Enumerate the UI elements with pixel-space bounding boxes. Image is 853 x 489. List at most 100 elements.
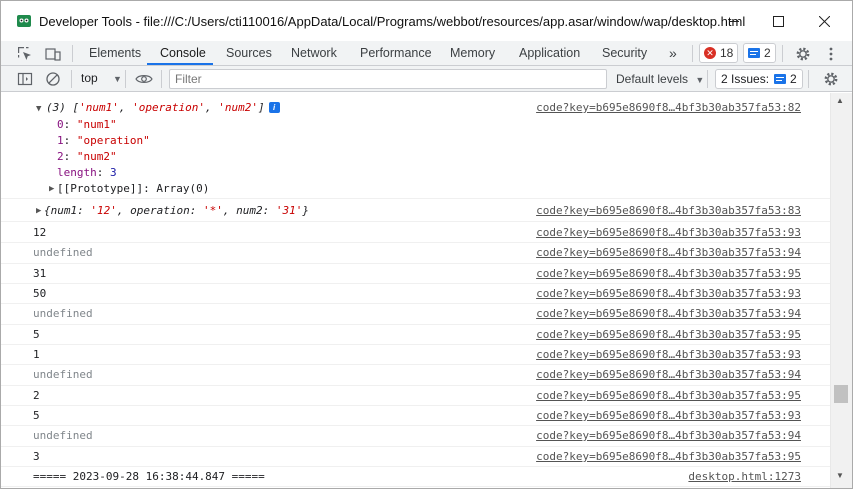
devtools-app-icon bbox=[17, 14, 31, 28]
divider bbox=[707, 70, 708, 88]
console-message: undefined code?key=b695e8690f8…4bf3b30ab… bbox=[1, 304, 830, 325]
scroll-up-arrow-icon[interactable]: ▲ bbox=[836, 96, 844, 105]
tab-application[interactable]: Application bbox=[519, 41, 580, 65]
filter-input[interactable] bbox=[169, 69, 607, 89]
console-message: 12 code?key=b695e8690f8…4bf3b30ab357fa53… bbox=[1, 223, 830, 243]
object-preview[interactable]: {num1: '12', operation: '*', num2: '31'} bbox=[44, 204, 309, 217]
console-message: undefined code?key=b695e8690f8…4bf3b30ab… bbox=[1, 243, 830, 264]
console-output: ▼ (3) ['num1', 'operation', 'num2'] i cod… bbox=[1, 93, 830, 488]
log-text: undefined bbox=[33, 246, 93, 259]
log-text: 3 bbox=[33, 450, 40, 463]
source-link[interactable]: code?key=b695e8690f8…4bf3b30ab357fa53:93 bbox=[536, 226, 801, 239]
message-count-badge[interactable]: 2 bbox=[743, 43, 776, 63]
console-scrollbar[interactable]: ▲ ▼ bbox=[830, 93, 852, 488]
console-message: 31 code?key=b695e8690f8…4bf3b30ab357fa53… bbox=[1, 264, 830, 284]
chevron-down-icon: ▼ bbox=[695, 75, 705, 85]
issues-message-icon bbox=[774, 74, 787, 84]
issues-count: 2 bbox=[790, 72, 797, 86]
expand-arrow-icon[interactable]: ▶ bbox=[49, 184, 54, 194]
console-message: 3 code?key=b695e8690f8…4bf3b30ab357fa53:… bbox=[1, 447, 830, 467]
tab-console[interactable]: Console bbox=[160, 41, 206, 65]
divider bbox=[692, 45, 693, 62]
divider bbox=[71, 70, 72, 88]
tab-performance[interactable]: Performance bbox=[360, 41, 432, 65]
context-selector[interactable]: top ▼ bbox=[81, 71, 122, 85]
issues-label: 2 Issues: bbox=[721, 72, 770, 86]
source-link[interactable]: code?key=b695e8690f8…4bf3b30ab357fa53:94 bbox=[536, 429, 801, 442]
log-text: ===== 2023-09-28 16:38:44.847 ===== bbox=[33, 470, 265, 483]
active-tab-indicator bbox=[147, 63, 213, 65]
issues-button[interactable]: 2 Issues: 2 bbox=[715, 69, 803, 89]
scroll-down-arrow-icon[interactable]: ▼ bbox=[836, 471, 844, 480]
log-text: 31 bbox=[33, 267, 47, 280]
clear-console-icon[interactable] bbox=[43, 69, 63, 89]
console-message: 50 code?key=b695e8690f8…4bf3b30ab357fa53… bbox=[1, 284, 830, 304]
array-child: 2: "num2" bbox=[57, 150, 117, 163]
divider bbox=[161, 70, 162, 88]
inspect-element-icon[interactable] bbox=[15, 44, 35, 64]
more-tabs-button[interactable]: » bbox=[669, 41, 677, 65]
log-levels-label: Default levels bbox=[616, 72, 689, 86]
divider bbox=[125, 70, 126, 88]
source-link[interactable]: code?key=b695e8690f8…4bf3b30ab357fa53:95 bbox=[536, 328, 801, 341]
message-icon bbox=[748, 48, 760, 58]
console-message: 1 code?key=b695e8690f8…4bf3b30ab357fa53:… bbox=[1, 345, 830, 365]
sidebar-toggle-icon[interactable] bbox=[15, 69, 35, 89]
source-link[interactable]: code?key=b695e8690f8…4bf3b30ab357fa53:95 bbox=[536, 450, 801, 463]
expand-arrow-icon[interactable]: ▼ bbox=[36, 104, 41, 114]
source-link[interactable]: code?key=b695e8690f8…4bf3b30ab357fa53:95 bbox=[536, 267, 801, 280]
console-toolbar: top ▼ Default levels ▼ 2 Issues: 2 bbox=[1, 66, 852, 92]
log-levels-dropdown[interactable]: Default levels ▼ bbox=[616, 72, 704, 86]
source-link[interactable]: desktop.html:1273 bbox=[688, 470, 801, 483]
divider bbox=[782, 45, 783, 62]
tab-elements[interactable]: Elements bbox=[89, 41, 141, 65]
source-link[interactable]: code?key=b695e8690f8…4bf3b30ab357fa53:93 bbox=[536, 348, 801, 361]
settings-gear-icon[interactable] bbox=[793, 44, 813, 64]
error-count-badge[interactable]: ✕ 18 bbox=[699, 43, 739, 63]
close-button[interactable] bbox=[809, 9, 839, 33]
console-settings-gear-icon[interactable] bbox=[821, 69, 841, 89]
source-link[interactable]: code?key=b695e8690f8…4bf3b30ab357fa53:93 bbox=[536, 409, 801, 422]
log-text: undefined bbox=[33, 307, 93, 320]
context-value: top bbox=[81, 71, 98, 85]
more-options-icon[interactable] bbox=[821, 44, 841, 64]
title-bar: Developer Tools - file:///C:/Users/cti11… bbox=[1, 1, 852, 41]
console-message: ===== 2023-09-28 16:38:44.847 ===== desk… bbox=[1, 467, 830, 487]
devtools-tab-bar: Elements Console Sources Network Perform… bbox=[1, 41, 852, 66]
source-link[interactable]: code?key=b695e8690f8…4bf3b30ab357fa53:82 bbox=[536, 101, 801, 114]
source-link[interactable]: code?key=b695e8690f8…4bf3b30ab357fa53:83 bbox=[536, 204, 801, 217]
source-link[interactable]: code?key=b695e8690f8…4bf3b30ab357fa53:94 bbox=[536, 307, 801, 320]
log-text: 1 bbox=[33, 348, 40, 361]
console-message: undefined code?key=b695e8690f8…4bf3b30ab… bbox=[1, 426, 830, 447]
divider bbox=[72, 45, 73, 62]
console-message: 5 code?key=b695e8690f8…4bf3b30ab357fa53:… bbox=[1, 325, 830, 345]
source-link[interactable]: code?key=b695e8690f8…4bf3b30ab357fa53:93 bbox=[536, 287, 801, 300]
devtools-window: Developer Tools - file:///C:/Users/cti11… bbox=[0, 0, 853, 489]
array-child: 0: "num1" bbox=[57, 118, 117, 131]
log-text: undefined bbox=[33, 368, 93, 381]
console-message-array: ▼ (3) ['num1', 'operation', 'num2'] i cod… bbox=[1, 93, 830, 199]
console-message: undefined code?key=b695e8690f8…4bf3b30ab… bbox=[1, 365, 830, 386]
log-text: undefined bbox=[33, 429, 93, 442]
array-preview[interactable]: (3) ['num1', 'operation', 'num2'] i bbox=[46, 101, 280, 114]
expand-arrow-icon[interactable]: ▶ bbox=[36, 206, 41, 216]
maximize-button[interactable] bbox=[763, 9, 793, 33]
live-expression-eye-icon[interactable] bbox=[134, 69, 154, 89]
source-link[interactable]: code?key=b695e8690f8…4bf3b30ab357fa53:95 bbox=[536, 389, 801, 402]
tab-network[interactable]: Network bbox=[291, 41, 337, 65]
info-icon[interactable]: i bbox=[268, 102, 280, 113]
minimize-button[interactable] bbox=[719, 9, 749, 33]
source-link[interactable]: code?key=b695e8690f8…4bf3b30ab357fa53:94 bbox=[536, 246, 801, 259]
array-prototype[interactable]: [[Prototype]]: Array(0) bbox=[57, 182, 209, 195]
log-text: 5 bbox=[33, 328, 40, 341]
tab-security[interactable]: Security bbox=[602, 41, 647, 65]
scrollbar-thumb[interactable] bbox=[834, 385, 848, 403]
tab-sources[interactable]: Sources bbox=[226, 41, 272, 65]
device-toolbar-icon[interactable] bbox=[43, 44, 63, 64]
window-title: Developer Tools - file:///C:/Users/cti11… bbox=[39, 14, 746, 29]
console-message: 5 code?key=b695e8690f8…4bf3b30ab357fa53:… bbox=[1, 406, 830, 426]
tab-memory[interactable]: Memory bbox=[450, 41, 495, 65]
console-message: 2 code?key=b695e8690f8…4bf3b30ab357fa53:… bbox=[1, 386, 830, 406]
source-link[interactable]: code?key=b695e8690f8…4bf3b30ab357fa53:94 bbox=[536, 368, 801, 381]
log-text: 12 bbox=[33, 226, 47, 239]
